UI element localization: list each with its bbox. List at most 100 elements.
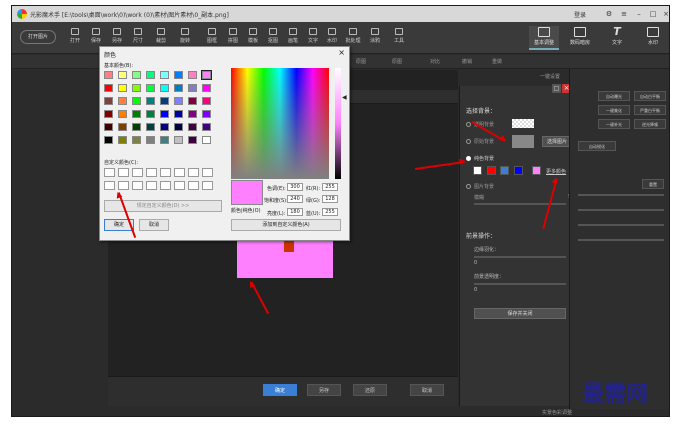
undo-button[interactable]: 撤销 — [462, 58, 472, 65]
radio-solid[interactable] — [466, 156, 471, 161]
toolbar-button[interactable]: 文字 — [304, 28, 322, 44]
basic-color-swatch[interactable] — [188, 110, 197, 118]
red-field[interactable]: 255 — [322, 183, 338, 191]
save-as-button[interactable]: 另存 — [307, 384, 341, 396]
basic-color-swatch[interactable] — [174, 84, 183, 92]
basic-color-swatch[interactable] — [174, 71, 183, 79]
basic-color-swatch[interactable] — [104, 110, 113, 118]
green-field[interactable]: 128 — [322, 195, 338, 203]
swatch-white[interactable] — [473, 166, 482, 175]
blur-slider[interactable] — [474, 203, 566, 205]
radio-transparent[interactable] — [466, 122, 471, 127]
cancel-button[interactable]: 取消 — [410, 384, 444, 396]
adjust-slider[interactable] — [578, 224, 664, 226]
color-spectrum[interactable] — [231, 68, 329, 179]
toolbar-button[interactable]: 另存 — [108, 28, 126, 44]
panel-restore-icon[interactable]: □ — [552, 84, 561, 93]
basic-color-swatch[interactable] — [174, 123, 183, 131]
basic-color-swatch[interactable] — [104, 71, 113, 79]
basic-color-swatch[interactable] — [202, 123, 211, 131]
basic-color-swatch[interactable] — [188, 71, 197, 79]
denoise-button[interactable]: 逆光降噪 — [634, 119, 666, 129]
dialog-close-icon[interactable]: × — [338, 48, 345, 57]
swatch-dark-blue[interactable] — [514, 166, 523, 175]
confirm-button[interactable]: 确定 — [263, 384, 297, 396]
basic-color-swatch[interactable] — [104, 123, 113, 131]
add-custom-color-button[interactable]: 添加到自定义颜色(A) — [231, 219, 341, 231]
menu-icon[interactable]: ≡ — [617, 9, 631, 20]
basic-color-swatch[interactable] — [202, 97, 211, 105]
basic-color-swatch[interactable] — [160, 97, 169, 105]
toolbar-button[interactable]: 保存 — [87, 28, 105, 44]
toolbar-button[interactable]: 水印 — [323, 28, 341, 44]
radio-image[interactable] — [466, 184, 471, 189]
custom-color-slot[interactable] — [160, 181, 171, 190]
subbar-item[interactable]: 对比 — [430, 58, 440, 65]
redo-button[interactable]: 重做 — [492, 58, 502, 65]
swatch-blue[interactable] — [500, 166, 509, 175]
basic-color-swatch[interactable] — [104, 84, 113, 92]
basic-color-swatch[interactable] — [146, 123, 155, 131]
basic-color-swatch[interactable] — [174, 136, 183, 144]
basic-color-swatch[interactable] — [146, 71, 155, 79]
custom-color-slot[interactable] — [174, 181, 185, 190]
toolbar-button[interactable]: 画笔 — [284, 28, 302, 44]
custom-color-slot[interactable] — [174, 168, 185, 177]
basic-color-swatch[interactable] — [201, 70, 212, 80]
basic-color-swatch[interactable] — [146, 84, 155, 92]
basic-color-swatch[interactable] — [160, 71, 169, 79]
basic-color-swatch[interactable] — [160, 123, 169, 131]
maximize-icon[interactable]: □ — [646, 9, 660, 20]
tab-watermark[interactable]: 水印 — [638, 26, 668, 50]
adjust-slider[interactable] — [578, 194, 664, 196]
open-image-button[interactable]: 打开图片 — [20, 30, 56, 44]
basic-color-swatch[interactable] — [188, 123, 197, 131]
basic-color-swatch[interactable] — [132, 123, 141, 131]
blue-field[interactable]: 255 — [322, 208, 338, 216]
basic-color-swatch[interactable] — [188, 97, 197, 105]
basic-color-swatch[interactable] — [202, 84, 211, 92]
custom-color-slot[interactable] — [104, 181, 115, 190]
saturation-field[interactable]: 240 — [287, 195, 303, 203]
adjust-slider[interactable] — [578, 209, 664, 211]
toolbar-button[interactable]: 图框 — [203, 28, 221, 44]
auto-exposure-button[interactable]: 自动曝光 — [598, 91, 630, 101]
adjust-slider[interactable] — [578, 239, 664, 241]
custom-color-slot[interactable] — [146, 168, 157, 177]
subbar-item[interactable]: 原图 — [356, 58, 366, 65]
toolbar-button[interactable]: 拼图 — [224, 28, 242, 44]
custom-color-slot[interactable] — [104, 168, 115, 177]
basic-color-swatch[interactable] — [174, 97, 183, 105]
custom-color-slot[interactable] — [132, 181, 143, 190]
save-close-button[interactable]: 保存并关闭 — [474, 308, 566, 319]
basic-color-swatch[interactable] — [132, 136, 141, 144]
auto-white-balance-button[interactable]: 自动白平衡 — [634, 91, 666, 101]
custom-color-slot[interactable] — [118, 168, 129, 177]
basic-color-swatch[interactable] — [118, 71, 127, 79]
custom-color-slot[interactable] — [146, 181, 157, 190]
tab-darkroom[interactable]: 数码暗房 — [565, 26, 595, 50]
tab-text[interactable]: T 文字 — [602, 26, 632, 50]
hue-field[interactable]: 300 — [287, 183, 303, 191]
basic-color-swatch[interactable] — [188, 84, 197, 92]
basic-color-swatch[interactable] — [188, 136, 197, 144]
swatch-red[interactable] — [487, 166, 496, 175]
reset-button[interactable]: 重置 — [642, 179, 664, 189]
basic-color-swatch[interactable] — [104, 136, 113, 144]
toolbar-button[interactable]: 批处理 — [344, 28, 362, 44]
settings-icon[interactable]: ⚙ — [602, 9, 616, 20]
custom-color-slot[interactable] — [188, 181, 199, 190]
basic-color-swatch[interactable] — [160, 84, 169, 92]
custom-color-slot[interactable] — [202, 168, 213, 177]
basic-color-swatch[interactable] — [118, 84, 127, 92]
basic-color-swatch[interactable] — [118, 136, 127, 144]
toolbar-button[interactable]: 尺寸 — [129, 28, 147, 44]
toolbar-button[interactable]: 模板 — [244, 28, 262, 44]
one-click-settings[interactable]: 一键设置 — [540, 73, 560, 80]
cancel-dialog-button[interactable]: 取消 — [139, 219, 169, 231]
basic-color-swatch[interactable] — [118, 97, 127, 105]
basic-color-swatch[interactable] — [146, 110, 155, 118]
basic-color-swatch[interactable] — [202, 110, 211, 118]
luminance-slider[interactable] — [335, 68, 341, 179]
toolbar-button[interactable]: 裁剪 — [152, 28, 170, 44]
